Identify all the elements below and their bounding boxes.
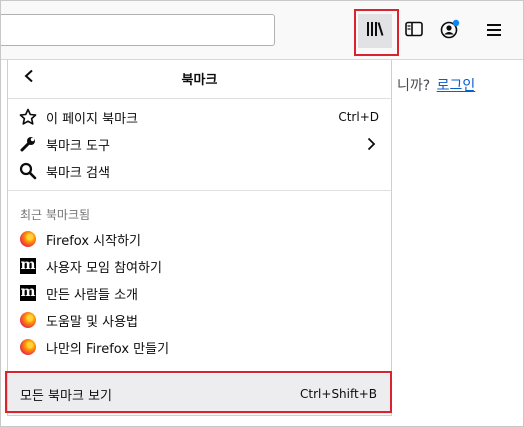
recent-bookmark-item[interactable]: 도움말 및 사용법 [8, 307, 391, 333]
url-bar[interactable] [1, 14, 275, 46]
item-label: 도움말 및 사용법 [46, 314, 138, 330]
open-menu-button[interactable] [477, 14, 511, 48]
item-shortcut: Ctrl+Shift+B [300, 387, 377, 401]
sidebar-button[interactable] [397, 14, 431, 48]
account-button[interactable] [433, 14, 467, 48]
login-prompt-text: 니까? [397, 78, 431, 94]
item-label: 북마크 도구 [46, 138, 110, 154]
item-label: 모든 북마크 보기 [20, 388, 112, 404]
recent-bookmark-item[interactable]: m 사용자 모임 참여하기 [8, 253, 391, 279]
login-link[interactable]: 로그인 [437, 78, 476, 94]
firefox-icon [20, 339, 36, 355]
recent-bookmark-item[interactable]: Firefox 시작하기 [8, 226, 391, 252]
item-label: Firefox 시작하기 [46, 233, 141, 249]
item-label: 이 페이지 북마크 [46, 111, 138, 127]
panel-header: 북마크 [8, 60, 391, 94]
library-icon [366, 21, 384, 41]
search-icon [18, 161, 38, 181]
account-icon [439, 19, 461, 43]
firefox-icon [20, 312, 36, 328]
divider [8, 98, 391, 99]
firefox-icon [20, 231, 36, 247]
item-label: 북마크 검색 [46, 165, 110, 181]
star-icon [18, 107, 38, 127]
mozilla-m-icon: m [20, 284, 36, 301]
item-label: 사용자 모임 참여하기 [46, 260, 162, 276]
bookmarks-toolbar-item[interactable]: 북마크 도구 [8, 131, 391, 157]
item-label: 나만의 Firefox 만들기 [46, 341, 170, 357]
recent-bookmark-item[interactable]: m 만든 사람들 소개 [8, 280, 391, 306]
item-shortcut: Ctrl+D [338, 110, 379, 124]
show-all-bookmarks-item[interactable]: 모든 북마크 보기 Ctrl+Shift+B [8, 374, 391, 414]
item-label: 만든 사람들 소개 [46, 287, 138, 303]
chevron-right-icon [363, 136, 379, 152]
bookmarks-panel: 북마크 이 페이지 북마크 Ctrl+D 북마크 도구 북마크 검색 최근 북마… [7, 60, 392, 416]
browser-window: 니까? 로그인 북마크 이 페이지 북마크 Ctrl+D 북마크 도구 북마크 … [0, 0, 524, 427]
browser-toolbar [1, 1, 523, 60]
mozilla-m-icon: m [20, 257, 36, 274]
login-prompt: 니까? 로그인 [397, 75, 475, 95]
panel-title: 북마크 [181, 73, 218, 88]
hamburger-menu-icon [486, 22, 502, 41]
wrench-icon [18, 134, 38, 154]
sidebar-icon [405, 21, 423, 41]
divider [8, 190, 391, 191]
bookmark-this-page-item[interactable]: 이 페이지 북마크 Ctrl+D [8, 104, 391, 130]
recent-bookmark-item[interactable]: 나만의 Firefox 만들기 [8, 334, 391, 360]
library-button[interactable] [358, 14, 392, 48]
search-bookmarks-item[interactable]: 북마크 검색 [8, 158, 391, 184]
recent-bookmarks-header: 최근 북마크됨 [20, 208, 91, 222]
